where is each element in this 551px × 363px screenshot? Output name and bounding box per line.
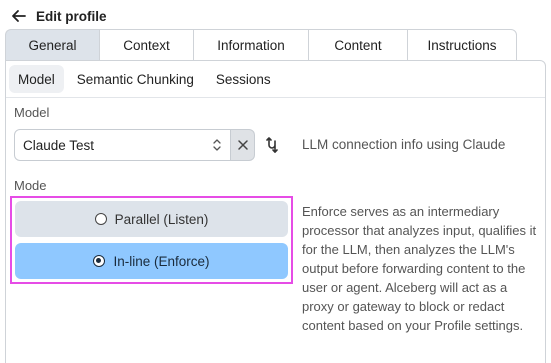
model-select-value: Claude Test [23, 137, 95, 153]
chevron-up-down-icon [213, 139, 221, 151]
divider [6, 97, 545, 98]
mode-option-label: In-line (Enforce) [113, 253, 210, 269]
tab-information[interactable]: Information [193, 29, 308, 61]
subtab-sessions[interactable]: Sessions [207, 65, 280, 93]
tab-context[interactable]: Context [99, 29, 193, 61]
model-info-text: LLM connection info using Claude [302, 137, 506, 152]
general-panel: Model Semantic Chunking Sessions Model C… [5, 60, 546, 363]
mode-option-parallel[interactable]: Parallel (Listen) [15, 201, 288, 237]
mode-option-label: Parallel (Listen) [114, 211, 209, 227]
model-label: Model [14, 105, 50, 120]
mode-description: Enforce serves as an intermediary proces… [302, 204, 537, 333]
mode-label: Mode [14, 178, 47, 193]
tab-general[interactable]: General [5, 29, 99, 61]
page-header: Edit profile [10, 6, 107, 26]
tab-content[interactable]: Content [308, 29, 407, 61]
mode-option-inline[interactable]: In-line (Enforce) [15, 243, 288, 279]
page-title: Edit profile [36, 8, 107, 24]
connection-icon[interactable] [264, 136, 280, 154]
subtabs: Model Semantic Chunking Sessions [9, 65, 284, 93]
tab-instructions[interactable]: Instructions [407, 29, 517, 61]
close-icon [237, 140, 248, 150]
clear-model-button[interactable] [231, 129, 255, 161]
subtab-semantic-chunking[interactable]: Semantic Chunking [68, 65, 203, 93]
model-select[interactable]: Claude Test [14, 129, 231, 161]
mode-selector: Parallel (Listen) In-line (Enforce) [10, 196, 293, 284]
arrow-left-icon[interactable] [10, 7, 28, 25]
profile-tabs: General Context Information Content Inst… [5, 29, 517, 61]
subtab-model[interactable]: Model [9, 65, 64, 93]
radio-unchecked-icon [94, 213, 107, 225]
radio-checked-icon [93, 255, 106, 267]
